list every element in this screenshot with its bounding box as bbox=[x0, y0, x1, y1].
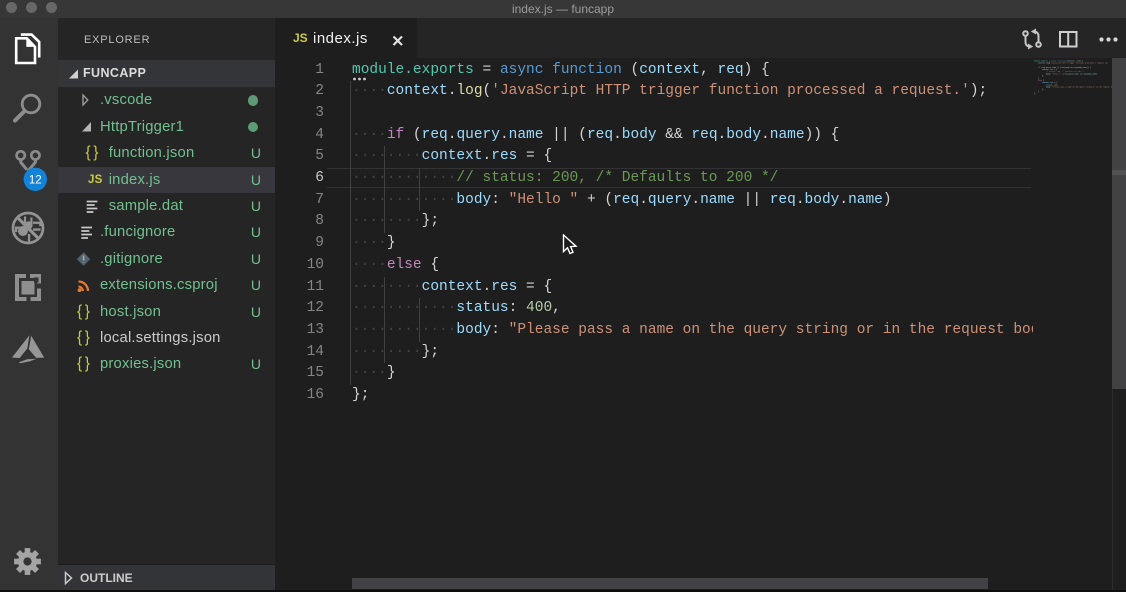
svg-text:12: 12 bbox=[29, 174, 42, 186]
